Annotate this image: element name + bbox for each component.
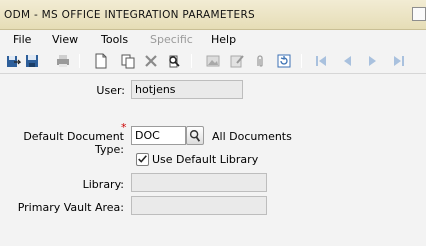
menu-tools[interactable]: Tools — [101, 33, 128, 46]
library-field[interactable] — [131, 173, 267, 192]
required-marker: * — [121, 121, 127, 134]
title-bar: ODM - MS OFFICE INTEGRATION PARAMETERS — [0, 0, 426, 30]
menu-bar: File View Tools Specific Help — [0, 31, 426, 48]
use-default-library-label[interactable]: Use Default Library — [152, 153, 258, 166]
checkmark-icon — [138, 155, 147, 163]
save-icon[interactable] — [24, 53, 40, 69]
toolbar — [0, 49, 426, 74]
attachment-icon[interactable] — [229, 53, 245, 69]
image-icon[interactable] — [205, 53, 221, 69]
menu-specific[interactable]: Specific — [150, 33, 193, 46]
user-label: User: — [96, 84, 125, 97]
refresh-icon[interactable] — [276, 53, 292, 69]
user-field[interactable]: hotjens — [131, 80, 243, 99]
menu-help[interactable]: Help — [211, 33, 236, 46]
library-label: Library: — [82, 178, 124, 191]
toolbar-separator — [301, 54, 302, 68]
menu-view[interactable]: View — [52, 33, 78, 46]
save-and-exit-icon[interactable] — [5, 53, 21, 69]
next-record-icon[interactable] — [365, 53, 381, 69]
toolbar-separator — [191, 54, 192, 68]
delete-record-icon[interactable] — [143, 53, 159, 69]
first-record-icon[interactable] — [313, 53, 329, 69]
new-record-icon[interactable] — [93, 53, 109, 69]
vault-area-label: Primary Vault Area: — [17, 201, 124, 214]
document-type-description: All Documents — [212, 130, 292, 143]
print-icon[interactable] — [55, 53, 71, 69]
maximize-button[interactable] — [412, 7, 426, 21]
lookup-button[interactable] — [186, 126, 204, 145]
vault-area-field[interactable] — [131, 196, 267, 215]
document-type-label: Default Document Type: — [23, 130, 124, 156]
window-title: ODM - MS OFFICE INTEGRATION PARAMETERS — [4, 9, 256, 21]
use-default-library-checkbox[interactable] — [136, 153, 149, 166]
toolbar-separator — [79, 54, 80, 68]
copy-record-icon[interactable] — [120, 53, 136, 69]
menu-file[interactable]: File — [13, 33, 31, 46]
paperclip-icon[interactable] — [252, 53, 268, 69]
search-icon — [189, 130, 201, 142]
search-icon[interactable] — [166, 53, 182, 69]
previous-record-icon[interactable] — [339, 53, 355, 69]
document-type-field[interactable]: DOC — [131, 126, 186, 145]
last-record-icon[interactable] — [391, 53, 407, 69]
